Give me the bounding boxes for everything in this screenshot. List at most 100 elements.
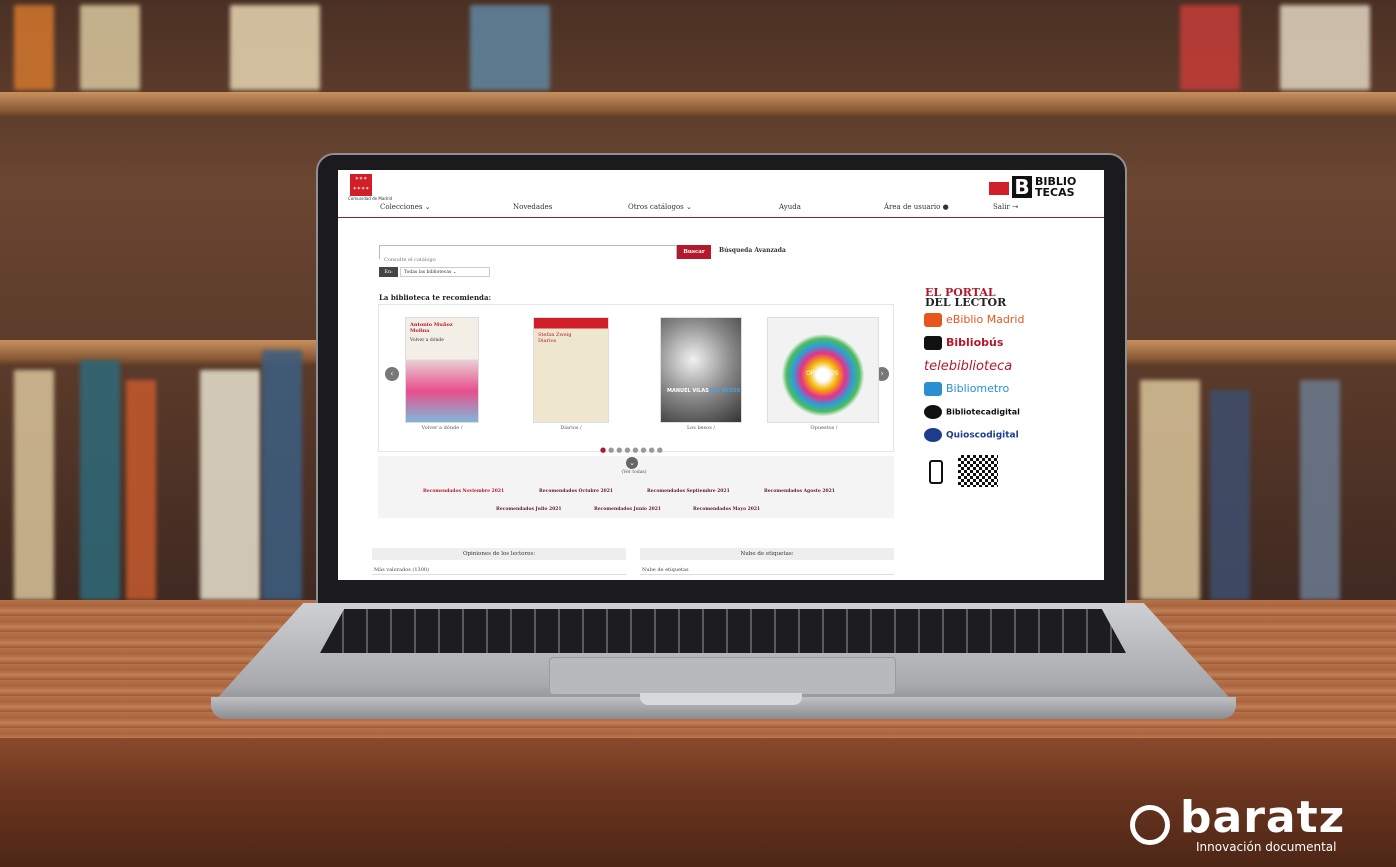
book-spine — [1300, 380, 1340, 600]
carousel-prev-button[interactable]: ‹ — [385, 367, 399, 381]
rec-list-link[interactable]: Recomendados Junio 2021 — [594, 507, 661, 512]
book-caption[interactable]: Opuestos / — [784, 425, 864, 431]
carousel-pagination[interactable]: ●●●●●●●● — [600, 445, 665, 454]
laptop-screen: ✶✶✶ ✶✶✶✶ Comunidad de Madrid B BIBLIO TEC… — [338, 170, 1104, 580]
portal-link-label: telebiblioteca — [924, 359, 1013, 374]
photo-scene: ✶✶✶ ✶✶✶✶ Comunidad de Madrid B BIBLIO TEC… — [0, 0, 1396, 867]
laptop-notch — [640, 693, 802, 705]
nav-salir[interactable]: Salir ⇥ — [993, 203, 1018, 211]
bibliotecas-logo-text: BIBLIO TECAS — [1035, 175, 1077, 199]
book-cover-title: Volver a dónde — [410, 338, 444, 343]
book-spine — [230, 5, 320, 90]
expand-toggle-icon[interactable]: ⌄ — [626, 457, 638, 469]
rec-list-link[interactable]: Recomendados Septiembre 2021 — [647, 489, 730, 494]
bibliotecas-logo-icon[interactable]: B — [1012, 176, 1032, 198]
advanced-search-link[interactable]: Búsqueda Avanzada — [719, 247, 786, 254]
book-cover-author: Stefan Zweig — [538, 332, 572, 338]
qr-code-icon[interactable] — [958, 455, 998, 487]
book-spine — [1140, 380, 1200, 600]
book-spine — [14, 5, 54, 90]
book-spine — [1280, 5, 1370, 90]
book-carousel: ‹ › Antonio Muñoz Molina Volver a dónde … — [378, 304, 894, 454]
portal-link-quioscodigital[interactable]: Quioscodigital — [924, 428, 1019, 442]
baratz-logo-icon — [1130, 805, 1170, 845]
tags-select-value: Nube de etiquetas — [642, 567, 689, 573]
portal-link-label: Bibliotecadigital — [946, 407, 1020, 417]
nav-colecciones[interactable]: Colecciones ⌄ — [380, 203, 431, 211]
book-cover[interactable]: Stefan Zweig Diarios — [533, 317, 609, 423]
book-caption[interactable]: Los besos / — [661, 425, 741, 431]
rec-list-link[interactable]: Recomendados Julio 2021 — [496, 507, 561, 512]
book-spine — [1210, 390, 1250, 600]
scope-label: En: — [379, 267, 398, 277]
book-spine — [80, 5, 140, 90]
book-cover-author: MANUEL VILAS — [667, 388, 709, 394]
laptop-keyboard — [320, 609, 1126, 653]
nav-salir-label: Salir — [993, 203, 1010, 211]
kiosk-icon — [924, 428, 942, 442]
library-scope-value: Todas las bibliotecas — [404, 270, 452, 275]
nav-otros-catalogos[interactable]: Otros catálogos ⌄ — [628, 203, 692, 211]
book-spine — [80, 360, 120, 600]
shelf-board — [0, 92, 1396, 118]
see-all-link[interactable]: (Ver todas) — [619, 470, 649, 475]
nav-area-usuario[interactable]: Área de usuario ● — [884, 203, 949, 211]
watermark-brand: baratz — [1180, 792, 1346, 843]
user-icon: ● — [942, 203, 949, 211]
search-input[interactable] — [380, 254, 676, 266]
watermark-tagline: Innovación documental — [1196, 840, 1337, 854]
site-header: ✶✶✶ ✶✶✶✶ Comunidad de Madrid B BIBLIO TEC… — [338, 170, 1104, 218]
search-box — [379, 245, 677, 266]
portal-title-line2: DEL LECTOR — [925, 296, 1007, 309]
portal-link-bibliotecadigital[interactable]: Bibliotecadigital — [924, 405, 1020, 419]
portal-link-telebiblioteca[interactable]: telebiblioteca — [924, 359, 1012, 374]
library-scope-select[interactable]: Todas las bibliotecas ⌄ — [400, 267, 490, 277]
nav-ayuda[interactable]: Ayuda — [779, 203, 801, 211]
portal-link-label: Quioscodigital — [946, 430, 1019, 441]
book-cover-title: OPUESTOS — [806, 370, 839, 377]
opinions-panel-title: Opiniones de los lectores: — [372, 548, 626, 560]
recommend-title: La biblioteca te recomienda: — [379, 293, 492, 302]
laptop-trackpad — [549, 657, 896, 695]
book-spine — [126, 380, 156, 600]
book-cover-title: Diarios — [538, 338, 557, 344]
portal-link-bibliobus[interactable]: Bibliobús — [924, 336, 1003, 350]
rec-list-link[interactable]: Recomendados Noviembre 2021 — [423, 489, 504, 494]
digital-library-icon — [924, 405, 942, 419]
comunidad-madrid-logo[interactable]: ✶✶✶ ✶✶✶✶ — [350, 174, 372, 196]
book-cover-title: LOS BESOS — [709, 388, 741, 394]
portal-lector-title: EL PORTAL DEL LECTOR — [925, 287, 1007, 309]
portal-link-label: Bibliobús — [946, 336, 1004, 349]
portal-link-label: eBiblio Madrid — [946, 313, 1025, 326]
mobile-phone-icon — [929, 460, 943, 484]
book-spine — [200, 370, 260, 600]
portal-link-ebiblio[interactable]: eBiblio Madrid — [924, 313, 1024, 327]
metro-icon — [924, 382, 942, 396]
book-cover[interactable]: MANUEL VILAS LOS BESOS — [660, 317, 742, 423]
opinions-select[interactable]: Más valorados (1300) — [372, 565, 626, 575]
book-spine — [262, 350, 302, 600]
tags-panel-title: Nube de etiquetas: — [640, 548, 894, 560]
bus-icon — [924, 336, 942, 350]
tags-select[interactable]: Nube de etiquetas — [640, 565, 894, 575]
book-cover[interactable]: Antonio Muñoz Molina Volver a dónde — [405, 317, 479, 423]
book-spine — [470, 5, 550, 90]
book-cover[interactable]: OPUESTOS — [767, 317, 879, 423]
rec-list-link[interactable]: Recomendados Agosto 2021 — [764, 489, 835, 494]
book-caption[interactable]: Diarios / — [531, 425, 611, 431]
book-spine — [1180, 5, 1240, 90]
ebiblio-icon — [924, 313, 942, 327]
book-spine — [14, 370, 54, 600]
rec-list-link[interactable]: Recomendados Mayo 2021 — [693, 507, 760, 512]
portal-link-label: Bibliometro — [946, 382, 1010, 395]
search-button[interactable]: Buscar — [677, 245, 711, 259]
book-cover-author: Antonio Muñoz Molina — [410, 322, 453, 334]
portal-link-bibliometro[interactable]: Bibliometro — [924, 382, 1009, 396]
rec-list-link[interactable]: Recomendados Octubre 2021 — [539, 489, 613, 494]
opinions-select-value: Más valorados (1300) — [374, 567, 430, 573]
book-caption[interactable]: Volver a dónde / — [402, 425, 482, 431]
logout-icon: ⇥ — [1012, 203, 1018, 211]
chevron-down-icon: ⌄ — [452, 270, 457, 275]
nav-area-usuario-label: Área de usuario — [884, 203, 941, 211]
nav-novedades[interactable]: Novedades — [513, 203, 552, 211]
